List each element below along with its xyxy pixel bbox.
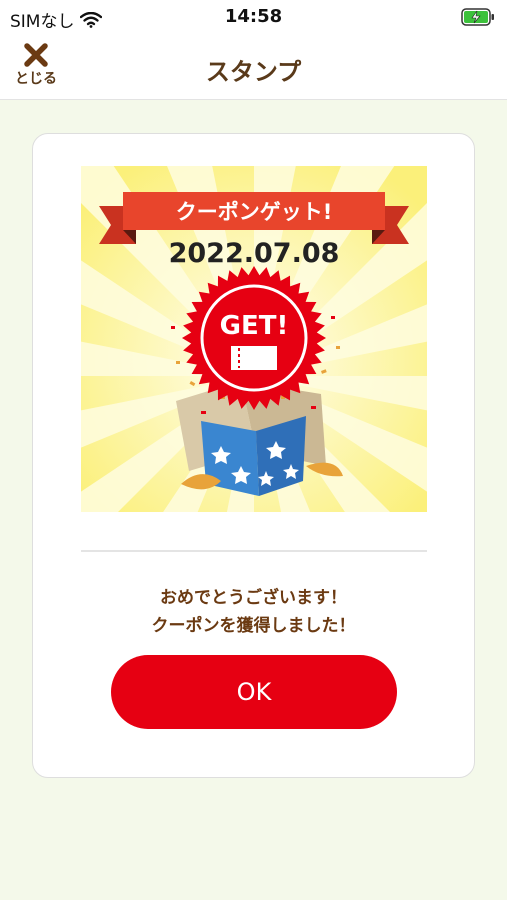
message-line-1: おめでとうございます！ xyxy=(160,588,347,608)
navigation-bar: とじる スタンプ xyxy=(0,36,507,100)
coupon-date: 2022.07.08 xyxy=(169,238,340,269)
banner-text: クーポンゲット! xyxy=(176,200,333,224)
divider xyxy=(81,550,427,552)
ticket-icon xyxy=(231,346,277,370)
battery-charging-icon xyxy=(461,8,494,26)
page-title: スタンプ xyxy=(205,58,302,86)
seal-text: GET! xyxy=(220,311,289,341)
congratulations-message: おめでとうございます！ クーポンを獲得しました！ xyxy=(33,584,474,640)
ok-button[interactable]: OK xyxy=(111,655,397,729)
coupon-dialog-card: GET! クーポンゲット! 2022.07.08 おめでとうございます！ クーポ… xyxy=(32,133,475,778)
coupon-get-image: GET! クーポンゲット! 2022.07.08 xyxy=(81,166,427,512)
status-clock: 14:58 xyxy=(224,6,283,27)
message-line-2: クーポンを獲得しました！ xyxy=(151,616,356,636)
status-bar: SIMなし 14:58 xyxy=(0,0,507,36)
